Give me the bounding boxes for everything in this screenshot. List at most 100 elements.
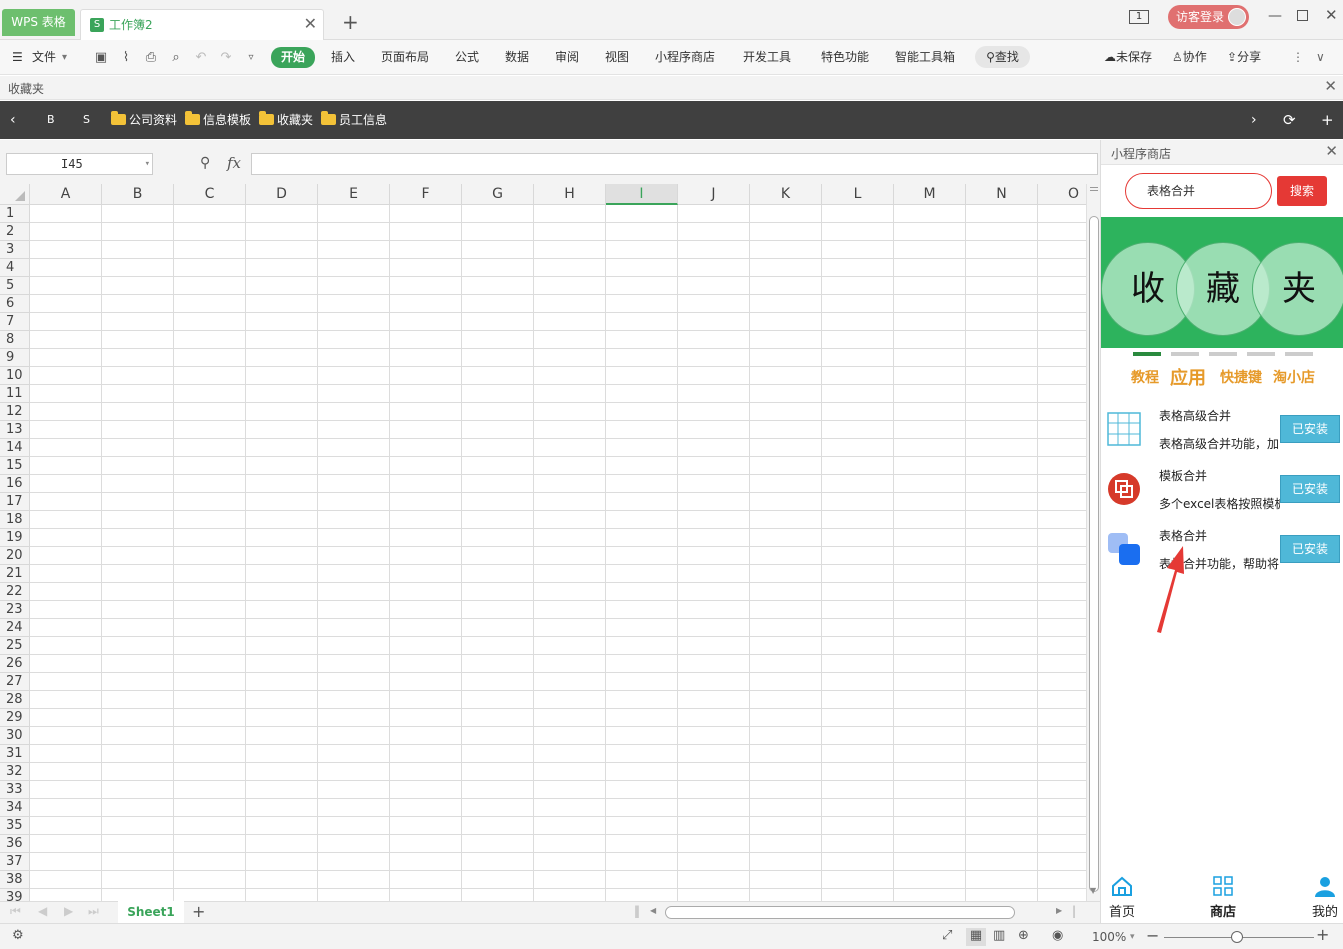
- bookmark-s[interactable]: S: [83, 101, 90, 139]
- print-preview-icon[interactable]: ⌕: [168, 50, 184, 66]
- save-icon[interactable]: ▣: [93, 50, 109, 66]
- tab-page-layout[interactable]: 页面布局: [381, 40, 429, 75]
- column-header[interactable]: A: [30, 184, 102, 205]
- zoom-out-icon[interactable]: −: [1146, 926, 1159, 945]
- category-shortcuts[interactable]: 快捷键: [1220, 367, 1262, 387]
- sheet-tab-sheet1[interactable]: Sheet1: [118, 901, 184, 923]
- row-header[interactable]: 23: [0, 601, 30, 619]
- maximize-icon[interactable]: [1297, 10, 1308, 21]
- fx-icon[interactable]: fx: [227, 154, 241, 172]
- row-header[interactable]: 2: [0, 223, 30, 241]
- close-tab-icon[interactable]: ✕: [304, 14, 317, 33]
- row-header[interactable]: 22: [0, 583, 30, 601]
- fullscreen-icon[interactable]: ⤢: [942, 928, 952, 943]
- scroll-right-icon[interactable]: ▶: [1056, 906, 1062, 915]
- horizontal-scroll-thumb[interactable]: [665, 906, 1015, 919]
- formula-input[interactable]: [251, 153, 1098, 175]
- column-header[interactable]: J: [678, 184, 750, 205]
- guest-login-button[interactable]: 访客登录: [1168, 5, 1249, 29]
- collaborate-button[interactable]: ♙协作: [1172, 40, 1207, 75]
- row-header[interactable]: 30: [0, 727, 30, 745]
- row-header[interactable]: 18: [0, 511, 30, 529]
- spreadsheet-grid[interactable]: ABCDEFGHIJKLMNO 1 2 3 4 5 6 7 8 9 10 11 12 13 14 15 16 1…: [0, 184, 1086, 901]
- item-title[interactable]: 模板合并: [1159, 467, 1207, 484]
- eye-protection-icon[interactable]: ◉: [1052, 928, 1063, 943]
- row-header[interactable]: 34: [0, 799, 30, 817]
- select-all-corner[interactable]: [0, 184, 30, 205]
- column-header[interactable]: C: [174, 184, 246, 205]
- row-header[interactable]: 12: [0, 403, 30, 421]
- name-box[interactable]: I45: [6, 153, 153, 175]
- more-icon[interactable]: ⋮: [1292, 40, 1304, 75]
- row-header[interactable]: 20: [0, 547, 30, 565]
- collapse-ribbon-icon[interactable]: ∨: [1316, 40, 1325, 75]
- row-header[interactable]: 11: [0, 385, 30, 403]
- column-header[interactable]: M: [894, 184, 966, 205]
- tab-formula[interactable]: 公式: [455, 40, 479, 75]
- row-header[interactable]: 15: [0, 457, 30, 475]
- zoom-slider-knob[interactable]: [1231, 931, 1243, 943]
- tab-insert[interactable]: 插入: [331, 40, 355, 75]
- row-header[interactable]: 7: [0, 313, 30, 331]
- carousel-dot[interactable]: [1209, 352, 1237, 356]
- new-tab-icon[interactable]: +: [342, 10, 359, 34]
- row-header[interactable]: 16: [0, 475, 30, 493]
- installed-button[interactable]: 已安装: [1280, 475, 1340, 503]
- row-header[interactable]: 33: [0, 781, 30, 799]
- row-header[interactable]: 3: [0, 241, 30, 259]
- row-header[interactable]: 31: [0, 745, 30, 763]
- page-indicator-icon[interactable]: 1: [1129, 10, 1149, 24]
- file-menu[interactable]: 文件: [32, 40, 56, 75]
- document-tab[interactable]: S 工作簿2 ✕: [80, 9, 324, 40]
- row-header[interactable]: 37: [0, 853, 30, 871]
- tab-developer-tools[interactable]: 开发工具: [743, 40, 791, 75]
- print-icon[interactable]: ⎙: [143, 50, 159, 66]
- bookmark-b[interactable]: B: [47, 101, 55, 139]
- close-panel-icon[interactable]: ✕: [1325, 142, 1338, 160]
- row-header[interactable]: 5: [0, 277, 30, 295]
- store-search-input[interactable]: 表格合并: [1125, 173, 1272, 209]
- zoom-level[interactable]: 100%: [1092, 930, 1126, 944]
- hscroll-split-icon[interactable]: ‖: [634, 904, 640, 918]
- row-header[interactable]: 17: [0, 493, 30, 511]
- carousel-dot[interactable]: [1285, 352, 1313, 356]
- row-header[interactable]: 25: [0, 637, 30, 655]
- share-button[interactable]: ⇪分享: [1227, 40, 1261, 75]
- tab-data[interactable]: 数据: [505, 40, 529, 75]
- tab-smart-toolbox[interactable]: 智能工具箱: [895, 40, 955, 75]
- row-header[interactable]: 35: [0, 817, 30, 835]
- column-header[interactable]: B: [102, 184, 174, 205]
- nav-mine[interactable]: 我的: [1300, 875, 1343, 920]
- split-handle-icon[interactable]: [1090, 187, 1098, 191]
- add-sheet-icon[interactable]: +: [192, 902, 205, 922]
- row-header[interactable]: 36: [0, 835, 30, 853]
- tab-start[interactable]: 开始: [271, 47, 315, 68]
- row-header[interactable]: 26: [0, 655, 30, 673]
- row-header[interactable]: 13: [0, 421, 30, 439]
- app-tab-wps[interactable]: WPS 表格: [2, 9, 75, 36]
- zoom-dropdown-icon[interactable]: ▾: [1130, 932, 1135, 942]
- find-button[interactable]: ⚲查找: [975, 46, 1030, 68]
- zoom-search-icon[interactable]: ⚲: [200, 155, 210, 171]
- cell-area[interactable]: [30, 205, 1086, 901]
- row-header[interactable]: 39: [0, 889, 30, 901]
- quick-access-dropdown-icon[interactable]: ▿: [243, 50, 259, 66]
- scroll-left-icon[interactable]: ◀: [650, 906, 656, 915]
- column-header[interactable]: L: [822, 184, 894, 205]
- item-title[interactable]: 表格高级合并: [1159, 407, 1231, 424]
- row-header[interactable]: 6: [0, 295, 30, 313]
- tab-mini-program-store[interactable]: 小程序商店: [655, 40, 715, 75]
- back-icon[interactable]: ‹: [10, 101, 16, 139]
- page-break-view-icon[interactable]: ▥: [993, 928, 1005, 943]
- row-header[interactable]: 9: [0, 349, 30, 367]
- row-header[interactable]: 1: [0, 205, 30, 223]
- forward-icon[interactable]: ›: [1251, 101, 1257, 139]
- installed-button[interactable]: 已安装: [1280, 415, 1340, 443]
- row-header[interactable]: 32: [0, 763, 30, 781]
- add-bookmark-icon[interactable]: +: [1321, 101, 1334, 139]
- row-header[interactable]: 29: [0, 709, 30, 727]
- row-header[interactable]: 19: [0, 529, 30, 547]
- column-header[interactable]: G: [462, 184, 534, 205]
- carousel-dot[interactable]: [1171, 352, 1199, 356]
- close-window-icon[interactable]: ✕: [1325, 6, 1338, 24]
